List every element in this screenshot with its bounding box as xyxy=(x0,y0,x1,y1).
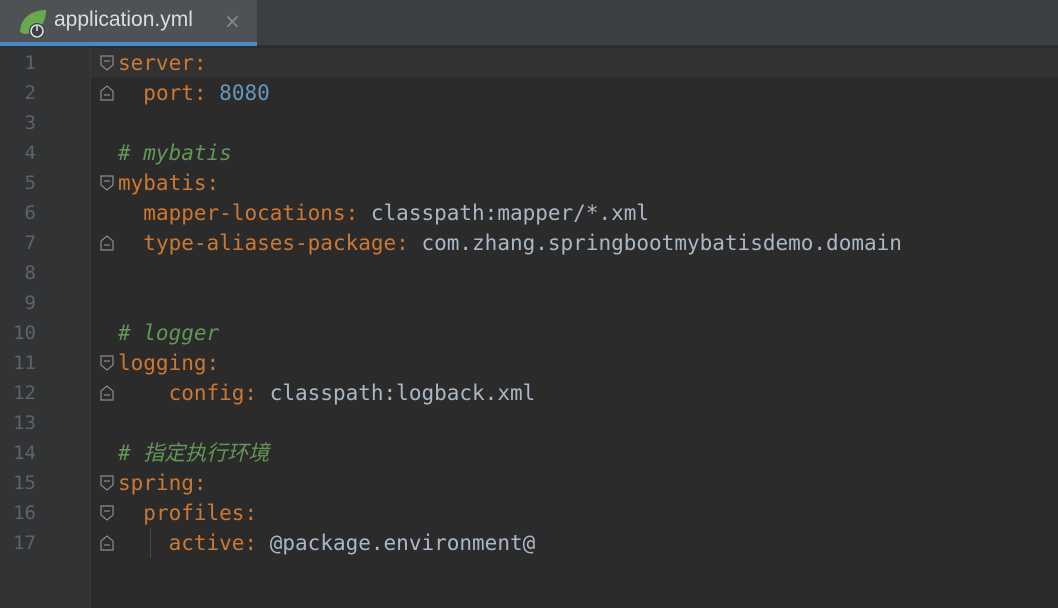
line-number: 11 xyxy=(13,352,36,374)
code-line-7[interactable]: type-aliases-package: com.zhang.springbo… xyxy=(118,228,902,258)
yaml-key: spring: xyxy=(118,471,207,495)
spring-yml-icon xyxy=(20,10,46,39)
line-number: 7 xyxy=(24,232,36,254)
yaml-comment: # mybatis xyxy=(118,141,232,165)
code-line-14[interactable]: # 指定执行环境 xyxy=(118,438,269,468)
line-number: 16 xyxy=(13,502,36,524)
fold-end-icon[interactable] xyxy=(100,85,114,101)
editor-tab-bar: application.yml × xyxy=(0,0,1058,46)
line-number: 17 xyxy=(13,532,36,554)
yaml-string-value: com.zhang.springbootmybatisdemo.domain xyxy=(421,231,902,255)
tab-title: application.yml xyxy=(54,8,193,31)
yaml-key: mapper-locations: xyxy=(143,201,359,225)
fold-open-icon[interactable] xyxy=(100,355,114,371)
yaml-key: active: xyxy=(168,531,258,555)
code-line-16[interactable]: profiles: xyxy=(118,498,257,528)
yaml-string-value: classpath:mapper/*.xml xyxy=(370,201,650,225)
yaml-key: logging: xyxy=(118,351,220,375)
yaml-key: type-aliases-package: xyxy=(143,231,409,255)
line-number: 15 xyxy=(13,472,36,494)
current-line-highlight xyxy=(91,48,1058,78)
fold-open-icon[interactable] xyxy=(100,475,114,491)
code-line-11[interactable]: logging: xyxy=(118,348,219,378)
line-number: 12 xyxy=(13,382,36,404)
line-number: 13 xyxy=(13,412,36,434)
yaml-string-value: classpath:logback.xml xyxy=(269,381,536,405)
fold-end-icon[interactable] xyxy=(100,235,114,251)
code-line-2[interactable]: port: 8080 xyxy=(118,78,270,108)
yaml-key: mybatis: xyxy=(118,171,220,195)
line-number: 1 xyxy=(24,52,36,74)
line-number: 3 xyxy=(24,112,36,134)
code-line-4[interactable]: # mybatis xyxy=(118,138,232,168)
code-line-12[interactable]: config: classpath:logback.xml xyxy=(118,378,536,408)
close-icon[interactable]: × xyxy=(224,9,241,33)
line-number: 9 xyxy=(24,292,36,314)
yaml-string-value: @package.environment@ xyxy=(269,531,536,555)
yaml-key: config: xyxy=(168,381,258,405)
line-number: 5 xyxy=(24,172,36,194)
code-line-15[interactable]: spring: xyxy=(118,468,207,498)
tab-application-yml[interactable]: application.yml × xyxy=(0,0,257,46)
code-line-6[interactable]: mapper-locations: classpath:mapper/*.xml xyxy=(118,198,649,228)
yaml-comment: # 指定执行环境 xyxy=(118,441,270,465)
yaml-comment: # logger xyxy=(118,321,220,345)
fold-end-icon[interactable] xyxy=(100,535,114,551)
fold-end-icon[interactable] xyxy=(100,385,114,401)
line-number: 14 xyxy=(13,442,36,464)
line-number: 8 xyxy=(24,262,36,284)
fold-column-divider xyxy=(90,47,91,608)
line-number: 4 xyxy=(24,142,36,164)
yaml-key: server: xyxy=(118,51,207,75)
line-number: 10 xyxy=(13,322,36,344)
yaml-number-value: 8080 xyxy=(219,81,270,105)
yaml-key: profiles: xyxy=(143,501,258,525)
fold-open-icon[interactable] xyxy=(100,505,114,521)
code-line-17[interactable]: active: @package.environment@ xyxy=(118,528,536,558)
fold-open-icon[interactable] xyxy=(100,175,114,191)
code-line-5[interactable]: mybatis: xyxy=(118,168,219,198)
line-number: 6 xyxy=(24,202,36,224)
yaml-key: port: xyxy=(143,81,207,105)
line-number: 2 xyxy=(24,82,36,104)
code-line-10[interactable]: # logger xyxy=(118,318,219,348)
code-line-1[interactable]: server: xyxy=(118,48,207,78)
fold-open-icon[interactable] xyxy=(100,55,114,71)
